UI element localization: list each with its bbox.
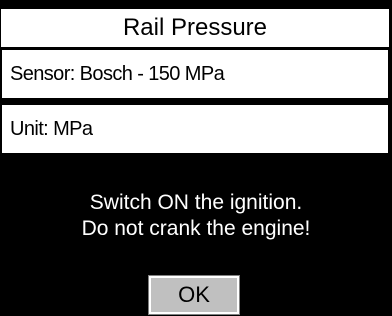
page-title: Rail Pressure — [0, 8, 390, 48]
unit-info-row: Unit: MPa — [1, 104, 389, 154]
rail-pressure-screen: Rail Pressure Sensor: Bosch - 150 MPa Un… — [0, 0, 392, 316]
instruction-message: Switch ON the ignition. Do not crank the… — [0, 190, 392, 242]
top-edge — [0, 0, 392, 8]
ok-button[interactable]: OK — [148, 275, 240, 315]
instruction-line-2: Do not crank the engine! — [81, 217, 311, 240]
sensor-info-row: Sensor: Bosch - 150 MPa — [1, 49, 389, 99]
instruction-line-1: Switch ON the ignition. — [89, 191, 303, 214]
